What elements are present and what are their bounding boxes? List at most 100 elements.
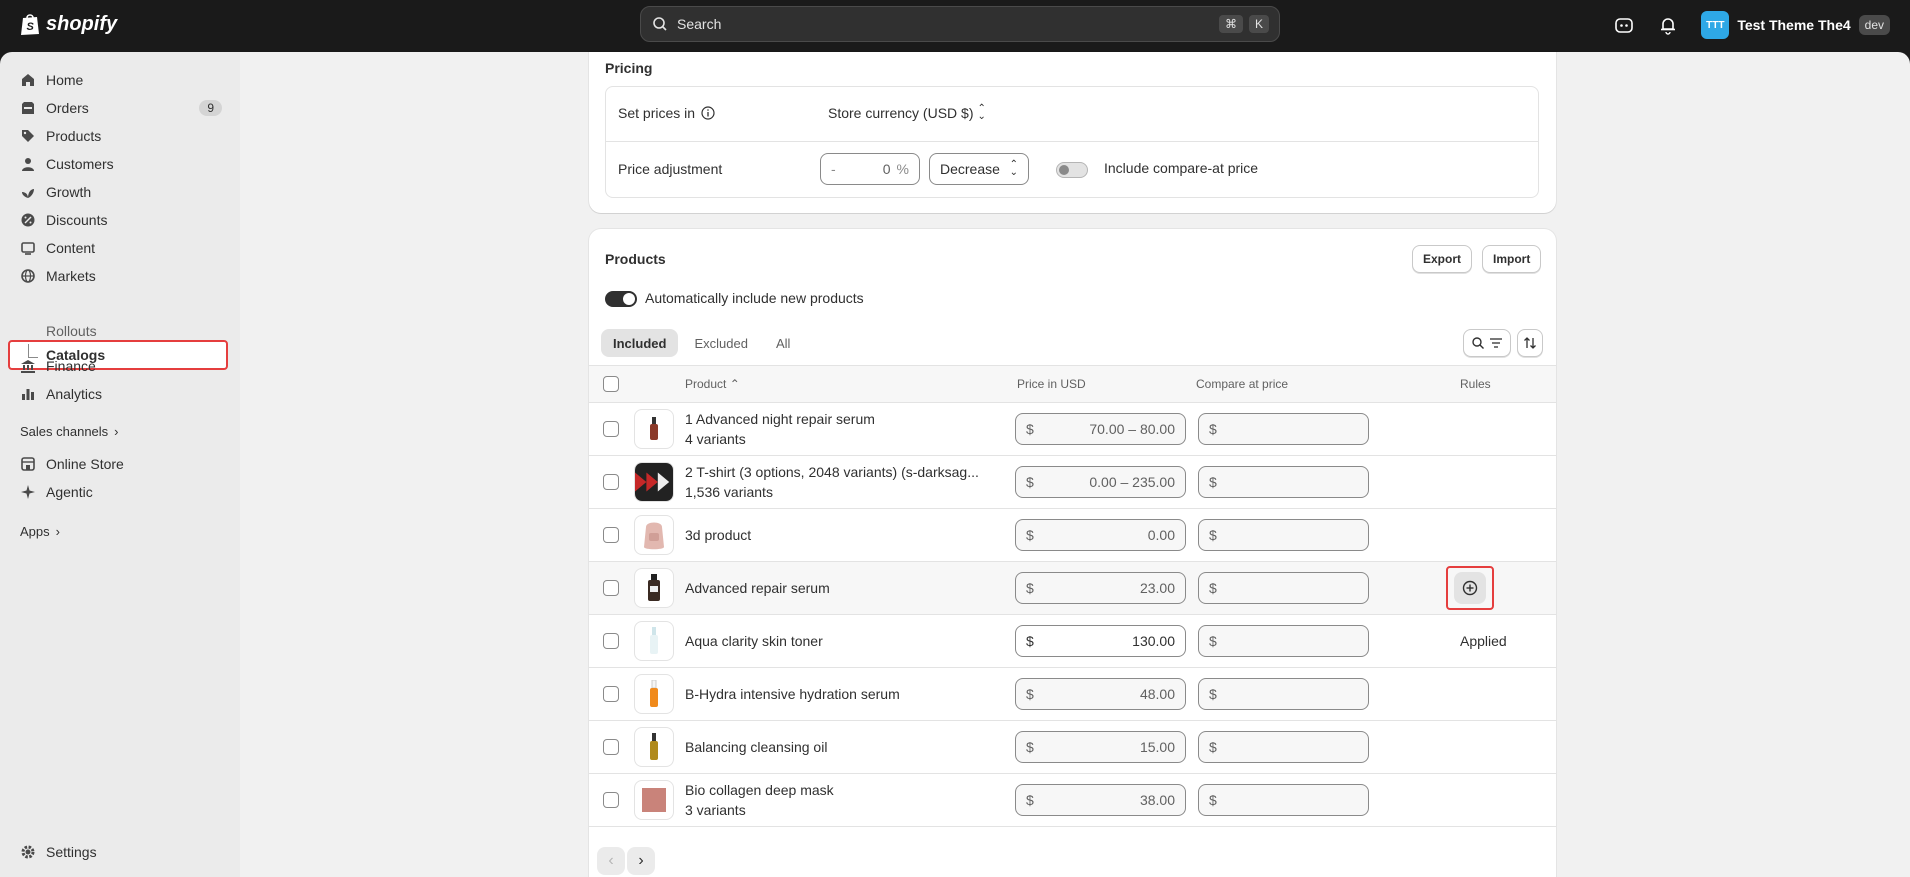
table-row[interactable]: Bio collagen deep mask 3 variants $38.00… [589, 774, 1556, 827]
prev-page-button[interactable]: ‹ [597, 847, 625, 875]
compare-price-input[interactable]: $ [1198, 678, 1369, 710]
store-icon [21, 457, 35, 471]
search-filter-button[interactable] [1463, 329, 1511, 357]
row-checkbox[interactable] [603, 474, 619, 490]
price-value: 130.00 [1132, 633, 1175, 649]
product-name[interactable]: 2 T-shirt (3 options, 2048 variants) (s-… [685, 464, 979, 480]
sidebar-item-analytics[interactable]: Analytics [10, 380, 228, 408]
compare-price-input[interactable]: $ [1198, 519, 1369, 551]
auto-include-label: Automatically include new products [645, 290, 864, 306]
table-row[interactable]: 2 T-shirt (3 options, 2048 variants) (s-… [589, 456, 1556, 509]
store-menu[interactable]: TTT Test Theme The4 dev [1701, 11, 1890, 39]
product-name[interactable]: Aqua clarity skin toner [685, 633, 823, 649]
sales-channels-header[interactable]: Sales channels › [20, 424, 119, 439]
sidebar-item-label: Home [46, 72, 84, 88]
compare-price-input[interactable]: $ [1198, 731, 1369, 763]
price-adjustment-input[interactable]: - 0 % [820, 153, 920, 185]
set-prices-label: Set prices in [618, 105, 696, 121]
price-input[interactable]: $23.00 [1015, 572, 1186, 604]
price-input[interactable]: $0.00 [1015, 519, 1186, 551]
sidekick-icon[interactable] [1613, 14, 1635, 36]
price-input[interactable]: $38.00 [1015, 784, 1186, 816]
sidebar-item-discounts[interactable]: Discounts [10, 206, 228, 234]
currency-value: Store currency (USD $) [828, 105, 974, 121]
sidebar-item-content[interactable]: Content [10, 234, 228, 262]
product-name[interactable]: 1 Advanced night repair serum [685, 411, 875, 427]
table-row[interactable]: 3d product $0.00 $ [589, 509, 1556, 562]
add-rule-button[interactable] [1446, 566, 1494, 610]
sidebar-item-label: Content [46, 240, 96, 256]
chevron-right-icon: › [55, 524, 60, 539]
row-checkbox[interactable] [603, 686, 619, 702]
column-product[interactable]: Product ⌃ [685, 377, 740, 391]
sidebar-item-rollouts[interactable]: Rollouts [46, 323, 97, 339]
compare-price-input[interactable]: $ [1198, 466, 1369, 498]
tab-all[interactable]: All [764, 329, 802, 357]
globe-icon [21, 269, 35, 283]
sidebar-item-settings[interactable]: Settings [10, 838, 228, 866]
serum-dropper-image [650, 680, 658, 707]
product-name[interactable]: 3d product [685, 527, 751, 543]
row-checkbox[interactable] [603, 580, 619, 596]
price-input[interactable]: $48.00 [1015, 678, 1186, 710]
compare-at-toggle-label: Include compare-at price [1104, 160, 1259, 176]
compare-price-input[interactable]: $ [1198, 413, 1369, 445]
table-row[interactable]: B-Hydra intensive hydration serum $48.00… [589, 668, 1556, 721]
table-row[interactable]: Advanced repair serum $23.00 $ [589, 562, 1556, 615]
sidebar-item-orders[interactable]: Orders 9 [10, 94, 228, 122]
product-name[interactable]: B-Hydra intensive hydration serum [685, 686, 900, 702]
sidebar-item-growth[interactable]: Growth [10, 178, 228, 206]
row-checkbox[interactable] [603, 527, 619, 543]
search-bar[interactable]: Search ⌘ K [640, 6, 1280, 42]
bell-icon[interactable] [1657, 14, 1679, 36]
select-chevron-icon: ⌃ ⌄ [1009, 159, 1018, 178]
select-all-checkbox[interactable] [603, 376, 619, 392]
product-name[interactable]: Balancing cleansing oil [685, 739, 827, 755]
sidebar-item-finance[interactable]: Finance [10, 352, 228, 380]
adjustment-direction-select[interactable]: Decrease ⌃ ⌄ [929, 153, 1029, 185]
person-icon [22, 158, 34, 171]
currency-select[interactable]: Store currency (USD $) ⌃ ⌄ [828, 104, 986, 122]
compare-price-input[interactable]: $ [1198, 784, 1369, 816]
export-button[interactable]: Export [1412, 245, 1473, 273]
row-checkbox[interactable] [603, 633, 619, 649]
import-button[interactable]: Import [1482, 245, 1542, 273]
compare-price-input[interactable]: $ [1198, 625, 1369, 657]
sidebar-item-products[interactable]: Products [10, 122, 228, 150]
row-checkbox[interactable] [603, 421, 619, 437]
currency-symbol: $ [1026, 474, 1034, 490]
table-row[interactable]: Aqua clarity skin toner $130.00 $ Applie… [589, 615, 1556, 668]
apps-header[interactable]: Apps › [20, 524, 60, 539]
product-variants: 4 variants [685, 431, 746, 447]
row-checkbox[interactable] [603, 739, 619, 755]
compare-price-input[interactable]: $ [1198, 572, 1369, 604]
sidebar-item-online-store[interactable]: Online Store [10, 450, 228, 478]
product-name[interactable]: Advanced repair serum [685, 580, 830, 596]
compare-at-toggle[interactable] [1056, 162, 1088, 178]
price-input[interactable]: $130.00 [1015, 625, 1186, 657]
sidebar-item-label: Growth [46, 184, 92, 200]
sidebar-item-markets[interactable]: Markets [10, 262, 228, 290]
price-input[interactable]: $0.00 – 235.00 [1015, 466, 1186, 498]
table-row[interactable]: Balancing cleansing oil $15.00 $ [589, 721, 1556, 774]
shopify-logo[interactable]: S shopify [20, 12, 117, 36]
tab-included[interactable]: Included [601, 329, 679, 357]
gear-icon [21, 845, 35, 859]
price-input[interactable]: $70.00 – 80.00 [1015, 413, 1186, 445]
sidebar-item-agentic[interactable]: Agentic [10, 478, 228, 506]
sort-button[interactable] [1517, 329, 1543, 357]
filter-icon [1490, 338, 1502, 348]
sidebar-item-home[interactable]: Home [10, 66, 228, 94]
tab-excluded[interactable]: Excluded [682, 329, 759, 357]
direction-value: Decrease [940, 161, 1000, 177]
sidebar-item-customers[interactable]: Customers [10, 150, 228, 178]
product-name[interactable]: Bio collagen deep mask [685, 782, 834, 798]
auto-include-toggle[interactable] [605, 291, 637, 307]
rule-status: Applied [1460, 633, 1507, 649]
price-input[interactable]: $15.00 [1015, 731, 1186, 763]
row-checkbox[interactable] [603, 792, 619, 808]
oil-bottle-image [650, 733, 658, 760]
info-icon[interactable] [701, 106, 715, 120]
next-page-button[interactable]: › [627, 847, 655, 875]
table-row[interactable]: 1 Advanced night repair serum 4 variants… [589, 403, 1556, 456]
